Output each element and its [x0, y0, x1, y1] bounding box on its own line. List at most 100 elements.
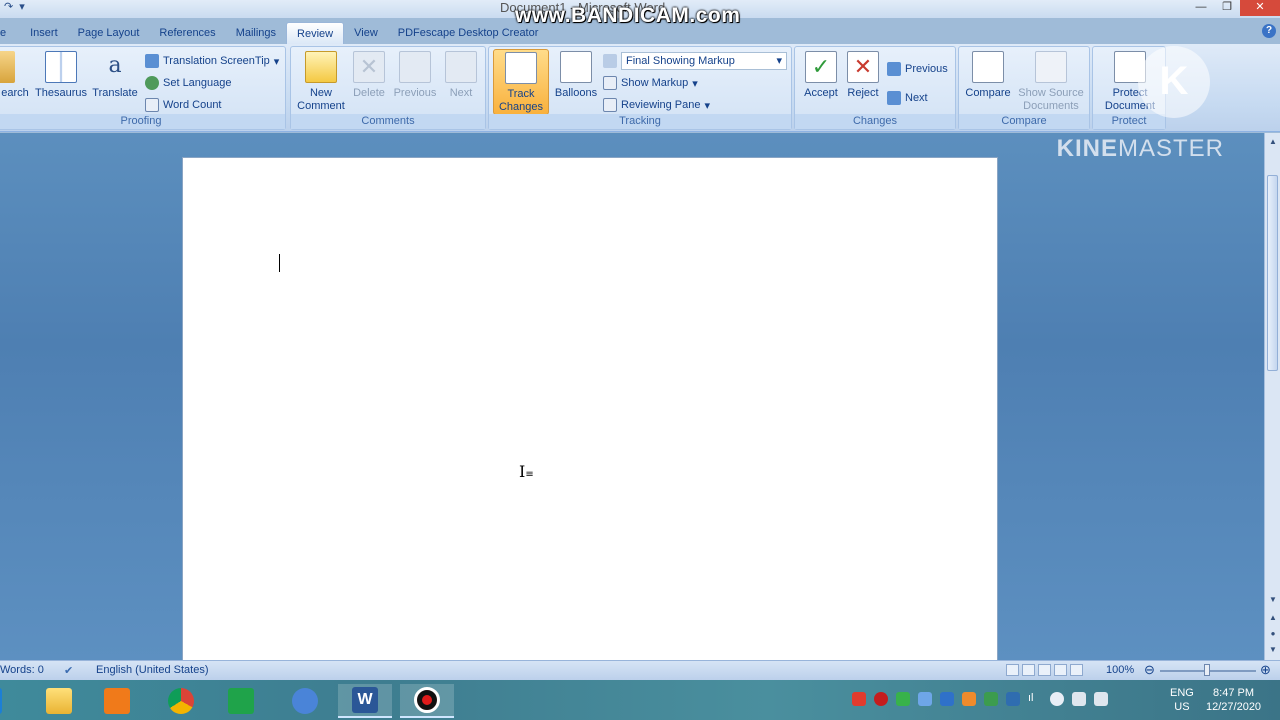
previous-comment-icon: [399, 51, 431, 83]
compare-button[interactable]: Compare: [963, 51, 1013, 100]
new-comment-button[interactable]: New Comment: [297, 51, 345, 113]
tab-insert[interactable]: Insert: [20, 22, 68, 44]
scroll-up-icon[interactable]: ▲: [1268, 137, 1278, 147]
taskbar-word[interactable]: W: [338, 684, 392, 718]
zoom-out-icon[interactable]: ⊖: [1144, 662, 1155, 678]
word-count-status[interactable]: Words: 0: [0, 664, 44, 676]
translation-screentip-button[interactable]: Translation ScreenTip ▾: [145, 52, 279, 70]
start-button[interactable]: [0, 684, 10, 718]
tab-references[interactable]: References: [149, 22, 225, 44]
tab-home[interactable]: e: [0, 22, 20, 44]
media-player-icon: [104, 688, 130, 714]
zoom-in-icon[interactable]: ⊕: [1260, 662, 1271, 678]
ibeam-cursor-icon: I≡: [519, 462, 534, 481]
previous-change-button[interactable]: Previous: [887, 60, 948, 78]
tab-page-layout[interactable]: Page Layout: [68, 22, 150, 44]
zoom-slider-knob[interactable]: [1204, 664, 1210, 676]
action-center-icon[interactable]: [1094, 692, 1108, 706]
dropdown-arrow-icon: ▾: [692, 77, 698, 90]
draft-view-icon[interactable]: [1070, 664, 1083, 676]
delete-comment-button[interactable]: ✕ Delete: [345, 51, 393, 100]
tray-blue-icon[interactable]: [918, 692, 932, 706]
show-markup-button[interactable]: Show Markup ▾: [603, 74, 698, 92]
full-screen-reading-view-icon[interactable]: [1022, 664, 1035, 676]
show-source-icon: [1035, 51, 1067, 83]
tab-pdfescape[interactable]: PDFescape Desktop Creator: [388, 22, 549, 44]
select-browse-object-icon[interactable]: ●: [1268, 629, 1278, 639]
next-change-button[interactable]: Next: [887, 89, 928, 107]
accept-button[interactable]: ✓ Accept: [797, 51, 845, 100]
minimize-button[interactable]: —: [1188, 0, 1214, 16]
qat-dropdown-icon[interactable]: ▾: [19, 0, 25, 13]
tab-view[interactable]: View: [344, 22, 388, 44]
taskbar-bandicam[interactable]: [400, 684, 454, 718]
thesaurus-button[interactable]: Thesaurus: [33, 51, 89, 100]
reviewing-pane-button[interactable]: Reviewing Pane ▾: [603, 96, 710, 114]
tray-blue-2-icon[interactable]: [1006, 692, 1020, 706]
word-count-icon: [145, 98, 159, 112]
translate-button[interactable]: a Translate: [89, 51, 141, 100]
folder-icon: [46, 688, 72, 714]
quick-access-toolbar: ↷ ▾: [4, 0, 25, 13]
reject-icon: ✕: [847, 51, 879, 83]
display-for-review-dropdown[interactable]: Final Showing Markup ▾: [621, 52, 787, 70]
tray-orange-icon[interactable]: [962, 692, 976, 706]
vertical-scrollbar[interactable]: ▲ ▼ ▲ ● ▼: [1264, 133, 1280, 660]
next-change-icon: [887, 91, 901, 105]
tray-app-icon[interactable]: [852, 692, 866, 706]
help-icon[interactable]: ?: [1262, 24, 1276, 38]
next-comment-button[interactable]: Next: [437, 51, 485, 100]
tray-record-icon[interactable]: [874, 692, 888, 706]
ribbon: earch Thesaurus a Translate Translation …: [0, 44, 1280, 132]
research-button[interactable]: earch: [0, 51, 33, 100]
print-layout-view-icon[interactable]: [1006, 664, 1019, 676]
document-area: KINEMASTER I≡: [0, 133, 1264, 661]
tray-update-icon[interactable]: [984, 692, 998, 706]
language-indicator[interactable]: ENG US: [1170, 686, 1194, 714]
taskbar-chrome-2[interactable]: [278, 684, 332, 718]
windows-taskbar: W ıl ENG US 8:47 PM 12/27/2020: [0, 680, 1280, 720]
track-changes-button[interactable]: Track Changes: [493, 49, 549, 115]
close-button[interactable]: ✕: [1240, 0, 1280, 16]
tray-shield-icon[interactable]: [940, 692, 954, 706]
display-for-review-icon: [603, 54, 617, 68]
network-icon[interactable]: [1072, 692, 1086, 706]
chrome-icon: [168, 688, 194, 714]
maximize-button[interactable]: ❐: [1214, 0, 1240, 16]
redo-icon[interactable]: ↷: [4, 0, 13, 13]
view-buttons: [1006, 664, 1083, 676]
proofing-status-icon[interactable]: ✔: [64, 664, 73, 677]
proofing-group: earch Thesaurus a Translate Translation …: [0, 46, 286, 130]
word-count-button[interactable]: Word Count: [145, 96, 222, 114]
set-language-button[interactable]: Set Language: [145, 74, 232, 92]
new-comment-icon: [305, 51, 337, 83]
balloons-button[interactable]: Balloons: [551, 51, 601, 100]
compare-group-label: Compare: [959, 114, 1089, 129]
previous-page-icon[interactable]: ▲: [1268, 613, 1278, 623]
previous-comment-button[interactable]: Previous: [391, 51, 439, 100]
scroll-down-icon[interactable]: ▼: [1268, 595, 1278, 605]
zoom-level[interactable]: 100%: [1106, 664, 1134, 676]
scrollbar-thumb[interactable]: [1267, 175, 1278, 371]
taskbar-media-player[interactable]: [90, 684, 144, 718]
taskbar-store[interactable]: [214, 684, 268, 718]
reject-button[interactable]: ✕ Reject: [839, 51, 887, 100]
window-controls: — ❐ ✕: [1188, 0, 1280, 16]
tab-review[interactable]: Review: [286, 22, 345, 44]
web-layout-view-icon[interactable]: [1038, 664, 1051, 676]
show-markup-icon: [603, 76, 617, 90]
show-source-documents-button[interactable]: Show Source Documents: [1015, 51, 1087, 113]
tab-mailings[interactable]: Mailings: [226, 22, 286, 44]
wifi-icon[interactable]: ıl: [1028, 692, 1042, 706]
language-status[interactable]: English (United States): [96, 664, 209, 676]
taskbar-chrome[interactable]: [154, 684, 208, 718]
system-clock[interactable]: 8:47 PM 12/27/2020: [1206, 686, 1261, 714]
screentip-icon: [145, 54, 159, 68]
document-page[interactable]: I≡: [182, 157, 998, 661]
taskbar-file-explorer[interactable]: [32, 684, 86, 718]
accept-icon: ✓: [805, 51, 837, 83]
next-page-icon[interactable]: ▼: [1268, 645, 1278, 655]
outline-view-icon[interactable]: [1054, 664, 1067, 676]
volume-icon[interactable]: [1050, 692, 1064, 706]
tray-green-icon[interactable]: [896, 692, 910, 706]
